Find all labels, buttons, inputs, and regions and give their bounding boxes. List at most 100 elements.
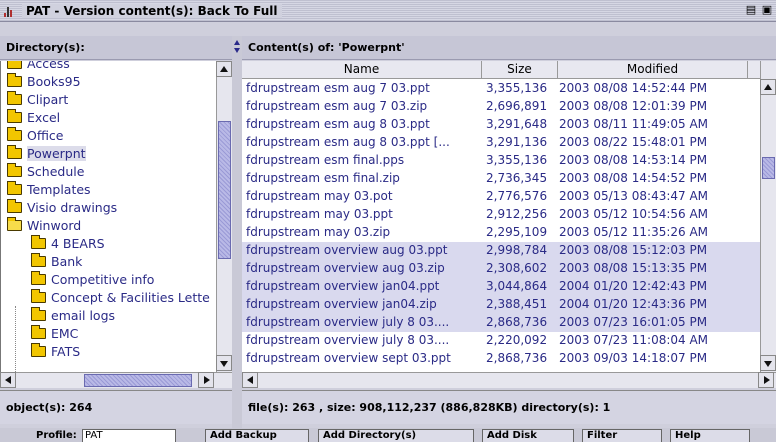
column-header-size[interactable]: Size — [482, 61, 558, 79]
table-row[interactable]: fdrupstream esm aug 7 03.ppt 3,355,136 200… — [242, 80, 760, 98]
add-backup-button[interactable]: Add Backup — [205, 429, 309, 442]
column-header-name[interactable]: Name — [242, 61, 482, 79]
collapse-left-icon[interactable] — [234, 40, 240, 45]
table-row[interactable]: fdrupstream overview jan04.ppt 3,044,864 2… — [242, 278, 760, 296]
table-row[interactable]: fdrupstream overview july 8 03.... 2,220,… — [242, 332, 760, 350]
table-row[interactable]: fdrupstream esm aug 8 03.ppt 3,291,648 200… — [242, 116, 760, 134]
table-row[interactable]: fdrupstream esm aug 8 03.ppt [... 3,291,1… — [242, 134, 760, 152]
tree-vertical-scrollbar[interactable] — [216, 61, 232, 372]
folder-icon — [31, 234, 46, 249]
file-size-cell: 3,044,864 — [486, 279, 548, 293]
table-row[interactable]: fdrupstream esm aug 7 03.zip 2,696,891 200… — [242, 98, 760, 116]
maximize-icon[interactable]: ▣ — [760, 3, 774, 17]
tree-item[interactable]: Excel — [7, 108, 60, 126]
table-scroll-thumb[interactable] — [762, 157, 775, 179]
scroll-left-button[interactable] — [0, 372, 16, 388]
table-vertical-scrollbar[interactable] — [760, 61, 776, 372]
column-header-attr[interactable]: At — [748, 61, 760, 79]
table-row[interactable]: fdrupstream overview aug 03.ppt 2,998,784… — [242, 242, 760, 260]
add-disk-button[interactable]: Add Disk — [482, 429, 574, 442]
tree-scroll-thumb[interactable] — [218, 121, 231, 259]
scroll-right-button[interactable] — [198, 372, 214, 388]
file-modified-cell: 2003 08/08 15:13:35 PM — [559, 261, 708, 275]
tree-item[interactable]: Schedule — [7, 162, 84, 180]
tree-hscroll-thumb[interactable] — [84, 374, 192, 387]
tree-item-label: Office — [27, 127, 64, 143]
table-row[interactable]: fdrupstream may 03.pot 2,776,576 2003 05/1… — [242, 188, 760, 206]
file-size-cell: 2,295,109 — [486, 225, 548, 239]
file-size-cell: 2,998,784 — [486, 243, 548, 257]
file-size-cell: 3,355,136 — [486, 81, 548, 95]
app-icon — [4, 5, 18, 17]
folder-icon — [7, 144, 22, 159]
scroll-down-button[interactable] — [216, 355, 232, 371]
scroll-up-button[interactable] — [216, 61, 232, 77]
file-size-cell: 3,291,648 — [486, 117, 548, 131]
table-row[interactable]: fdrupstream overview sept 03.ppt 2,868,73… — [242, 350, 760, 368]
tree-item[interactable]: Powerpnt — [7, 144, 86, 162]
tree-item[interactable]: Office — [7, 126, 64, 144]
table-horizontal-scrollbar[interactable] — [242, 372, 776, 388]
tree-item[interactable]: 4 BEARS — [31, 234, 105, 252]
title-bar: PAT - Version content(s): Back To Full ▤… — [0, 0, 776, 22]
restore-icon[interactable]: ▤ — [744, 3, 758, 17]
tree-item[interactable]: Visio drawings — [7, 198, 117, 216]
scroll-down-button[interactable] — [760, 355, 776, 371]
table-row[interactable]: fdrupstream overview jan04.zip 2,388,451 2… — [242, 296, 760, 314]
tree-item[interactable]: Bank — [31, 252, 82, 270]
scroll-up-button[interactable] — [760, 79, 776, 95]
table-row[interactable]: fdrupstream overview july 8 03.... 2,868,… — [242, 314, 760, 332]
filter-button[interactable]: Filter — [582, 429, 662, 442]
file-summary-status: file(s): 263 , size: 908,112,237 (886,82… — [242, 390, 776, 424]
file-size-cell: 2,776,576 — [486, 189, 548, 203]
tree-item[interactable]: Concept & Facilities Lette — [31, 288, 210, 306]
tree-item-label: Access — [27, 61, 70, 71]
file-modified-cell: 2003 08/08 15:12:03 PM — [559, 243, 708, 257]
file-modified-cell: 2004 01/20 12:43:36 PM — [559, 297, 708, 311]
table-row[interactable]: fdrupstream may 03.ppt 2,912,256 2003 05/1… — [242, 206, 760, 224]
scroll-right-button[interactable] — [758, 372, 774, 388]
folder-icon — [31, 324, 46, 339]
tree-horizontal-scrollbar[interactable] — [0, 372, 232, 388]
tree-item[interactable]: EMC — [31, 324, 78, 342]
folder-icon — [31, 288, 46, 303]
tree-item[interactable]: Books95 — [7, 72, 81, 90]
file-name-cell: fdrupstream esm final.zip — [246, 171, 400, 185]
tree-item[interactable]: Clipart — [7, 90, 68, 108]
folder-icon — [7, 108, 22, 123]
tree-item[interactable]: Templates — [7, 180, 91, 198]
tree-item[interactable]: Competitive info — [31, 270, 154, 288]
table-row[interactable]: fdrupstream esm final.zip 2,736,345 2003 0… — [242, 170, 760, 188]
table-row[interactable]: fdrupstream esm final.pps 3,355,136 2003 0… — [242, 152, 760, 170]
column-header-modified[interactable]: Modified — [558, 61, 748, 79]
collapse-right-icon[interactable] — [234, 48, 240, 53]
file-name-cell: fdrupstream may 03.pot — [246, 189, 393, 203]
tree-item-label: Winword — [27, 217, 82, 233]
add-directory-button[interactable]: Add Directory(s) — [318, 429, 474, 442]
folder-icon — [7, 61, 22, 69]
tree-item[interactable]: Access — [7, 61, 70, 72]
file-modified-cell: 2003 09/03 14:18:07 PM — [559, 351, 708, 365]
directory-tree[interactable]: Access Books95 Clipart Excel Office Powerpnt S… — [0, 61, 216, 372]
tree-item-label: Excel — [27, 109, 61, 125]
scroll-left-button[interactable] — [242, 372, 258, 388]
profile-select[interactable]: PAT — [82, 429, 176, 442]
file-size-cell: 3,355,136 — [486, 153, 548, 167]
folder-icon — [31, 342, 46, 357]
tree-item[interactable]: FATS — [31, 342, 80, 360]
tree-item[interactable]: email logs — [31, 306, 115, 324]
tree-item-label: Competitive info — [51, 271, 155, 287]
table-row[interactable]: fdrupstream may 03.zip 2,295,109 2003 05/1… — [242, 224, 760, 242]
split-divider[interactable] — [232, 36, 242, 431]
file-size-cell: 2,220,092 — [486, 333, 548, 347]
file-name-cell: fdrupstream overview aug 03.zip — [246, 261, 445, 275]
tree-item-label: Powerpnt — [27, 145, 86, 161]
table-row[interactable]: fdrupstream overview aug 03.zip 2,308,602… — [242, 260, 760, 278]
file-modified-cell: 2004 01/20 12:42:43 PM — [559, 279, 708, 293]
directory-header: Directory(s): — [0, 36, 232, 60]
window-controls: ▤ ▣ — [744, 3, 774, 17]
file-size-cell: 2,388,451 — [486, 297, 548, 311]
tree-item[interactable]: Winword — [7, 216, 81, 234]
help-button[interactable]: Help — [670, 429, 750, 442]
file-table[interactable]: Name Size Modified At fdrupstream esm au… — [242, 61, 760, 372]
